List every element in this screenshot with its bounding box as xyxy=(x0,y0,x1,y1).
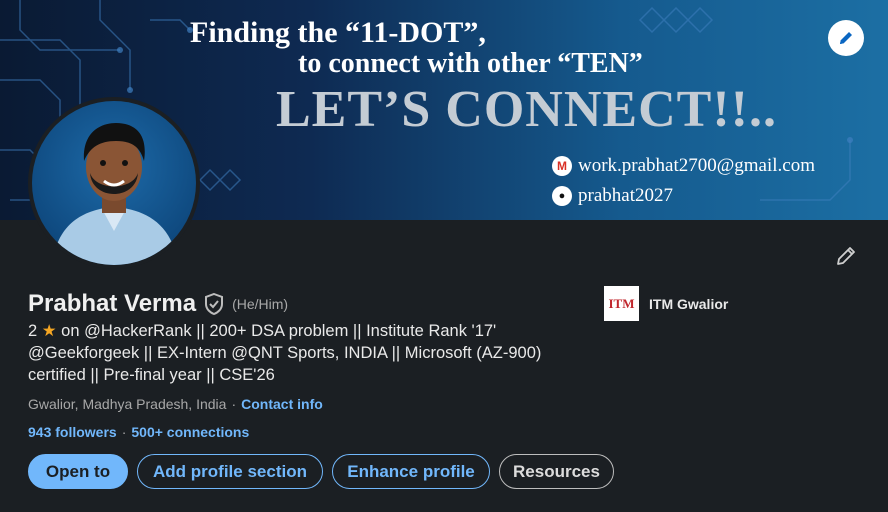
profile-name: Prabhat Verma xyxy=(28,290,197,317)
banner-headline-line1: Finding the “11-DOT”, xyxy=(190,16,486,49)
headline-text: on @HackerRank || 200+ DSA problem || In… xyxy=(28,322,542,384)
education-entry[interactable]: ITM ITM Gwalior xyxy=(604,286,728,321)
open-to-button[interactable]: Open to xyxy=(28,454,128,489)
person-photo-illustration xyxy=(52,123,178,265)
headline-rating: 2 xyxy=(28,322,38,340)
avatar xyxy=(32,101,196,265)
resources-button[interactable]: Resources xyxy=(499,454,614,489)
company-name: ITM Gwalior xyxy=(649,295,729,312)
banner-headline-line2: to connect with other “TEN” xyxy=(298,48,643,79)
profile-card: Finding the “11-DOT”, to connect with ot… xyxy=(0,0,888,512)
location: Gwalior, Madhya Pradesh, India xyxy=(28,396,227,412)
followers-link[interactable]: 943 followers xyxy=(28,424,117,440)
enhance-profile-button[interactable]: Enhance profile xyxy=(332,454,490,489)
add-profile-section-button[interactable]: Add profile section xyxy=(137,454,323,489)
profile-photo[interactable] xyxy=(28,97,200,269)
profile-actions: Open to Add profile section Enhance prof… xyxy=(28,454,614,489)
company-logo: ITM xyxy=(604,286,639,321)
star-icon: ★ xyxy=(41,322,57,340)
pronouns: (He/Him) xyxy=(232,296,289,312)
edit-banner-button[interactable] xyxy=(828,20,864,56)
location-row: Gwalior, Madhya Pradesh, India · Contact i… xyxy=(28,396,323,412)
separator: · xyxy=(121,424,127,440)
banner-github-text: prabhat2027 xyxy=(578,185,673,206)
banner-email: M work.prabhat2700@gmail.com xyxy=(552,155,815,177)
name-row: Prabhat Verma (He/Him) xyxy=(28,290,288,318)
github-icon: ● xyxy=(552,186,572,206)
banner-github: ● prabhat2027 xyxy=(552,185,673,207)
edit-intro-button[interactable] xyxy=(830,240,862,272)
contact-info-link[interactable]: Contact info xyxy=(241,396,323,412)
pencil-icon xyxy=(837,247,855,265)
banner-headline-line3: LET’S CONNECT!!.. xyxy=(276,81,777,138)
profile-headline: 2 ★ on @HackerRank || 200+ DSA problem |… xyxy=(28,320,588,386)
gmail-icon: M xyxy=(552,156,572,176)
company-logo-text: ITM xyxy=(608,295,635,311)
network-stats: 943 followers · 500+ connections xyxy=(28,424,249,440)
separator: · xyxy=(231,396,237,412)
pencil-icon xyxy=(840,32,852,44)
connections-link[interactable]: 500+ connections xyxy=(131,424,249,440)
banner-email-text: work.prabhat2700@gmail.com xyxy=(578,155,815,176)
shield-check-icon[interactable] xyxy=(204,293,224,315)
